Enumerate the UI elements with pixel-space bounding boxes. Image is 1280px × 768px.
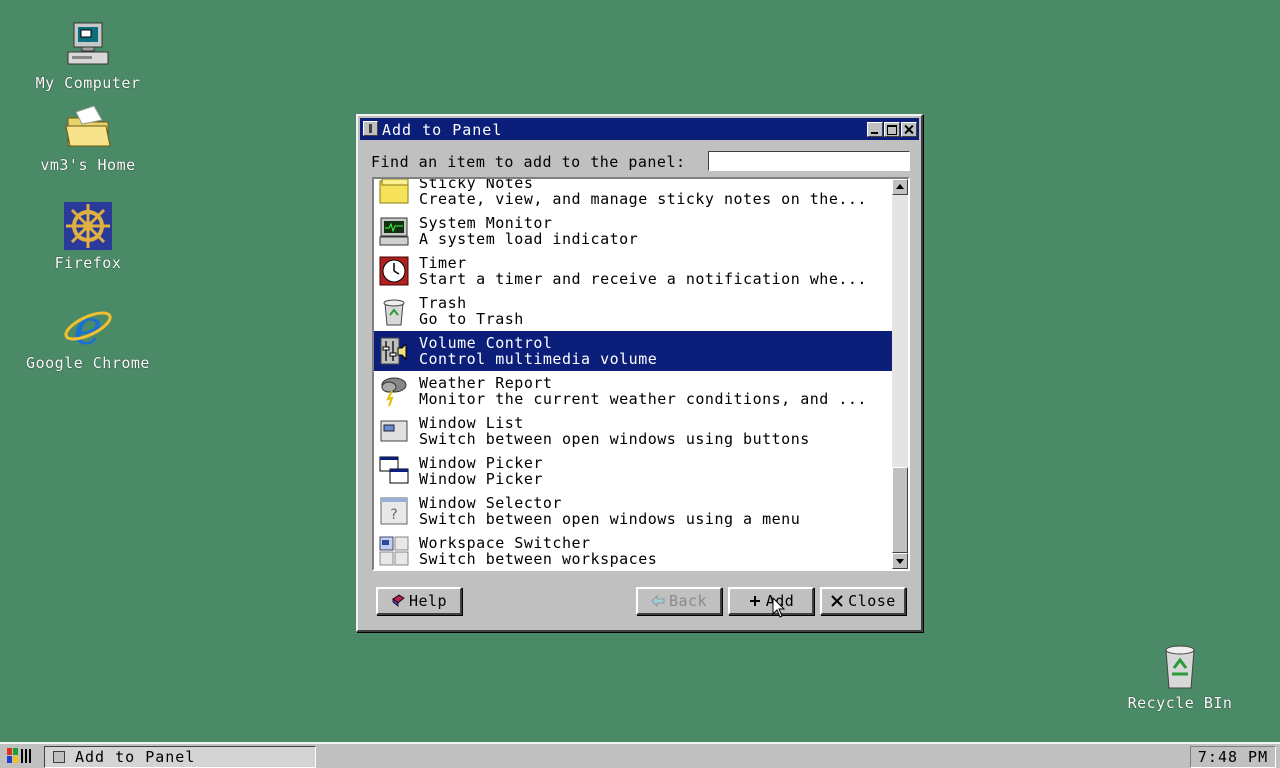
maximize-button[interactable] xyxy=(884,122,900,137)
svg-text:?: ? xyxy=(390,507,397,523)
close-label: Close xyxy=(848,592,896,610)
list-item-description: Create, view, and manage sticky notes on… xyxy=(419,191,867,207)
list-item-description: Go to Trash xyxy=(419,311,524,327)
list-item-description: Switch between open windows using a menu xyxy=(419,511,801,527)
trash-icon xyxy=(383,299,405,326)
svg-text:e: e xyxy=(74,300,102,352)
list-item-name: Timer xyxy=(419,254,467,271)
list-item-system-monitor[interactable]: System Monitor A system load indicator xyxy=(374,211,894,251)
list-item-name: Volume Control xyxy=(419,334,553,351)
list-item-name: Window Selector xyxy=(419,494,562,511)
help-label: Help xyxy=(408,592,448,610)
weather-icon xyxy=(381,377,407,407)
item-list[interactable]: Sticky Notes Create, view, and manage sti… xyxy=(372,177,910,571)
list-item-description: Start a timer and receive a notification… xyxy=(419,271,867,287)
back-arrow-icon xyxy=(651,595,665,607)
list-item-name: Trash xyxy=(419,294,467,311)
timer-icon xyxy=(379,256,409,286)
taskbar-item-add-to-panel[interactable]: Add to Panel xyxy=(44,746,316,768)
folder-icon xyxy=(65,105,111,147)
title-bar[interactable]: Add to Panel xyxy=(360,118,919,140)
sticky-notes-icon xyxy=(379,179,409,204)
workspace-switcher-icon xyxy=(379,536,409,566)
list-item-window-selector[interactable]: ? Window Selector Switch between open wind… xyxy=(374,491,894,531)
list-item-description: Window Picker xyxy=(419,471,543,487)
add-button[interactable]: Add xyxy=(728,587,814,615)
desktop-icon-recycle-bin[interactable]: Recycle BIn xyxy=(1110,640,1250,712)
window-selector-icon: ? xyxy=(380,497,408,525)
list-item-description: Switch between workspaces xyxy=(419,551,658,567)
taskbar-item-label: Add to Panel xyxy=(75,748,196,766)
help-button[interactable]: Help xyxy=(376,587,462,615)
add-to-panel-window: Add to Panel Find an item to add to the … xyxy=(356,114,923,632)
desktop-icon-chrome[interactable]: e Google Chrome xyxy=(18,300,158,372)
volume-control-icon xyxy=(380,337,407,365)
desktop-icon-home[interactable]: vm3's Home xyxy=(18,102,158,174)
list-item-name: Window Picker xyxy=(419,454,543,471)
help-book-icon xyxy=(392,594,405,607)
find-label: Find an item to add to the panel: xyxy=(371,153,686,171)
taskbar: Add to Panel 7:48 PM xyxy=(0,742,1280,768)
back-label: Back xyxy=(668,592,708,610)
chrome-icon: e xyxy=(64,300,112,352)
mouse-cursor-icon xyxy=(772,597,786,618)
list-item-description: A system load indicator xyxy=(419,231,639,247)
minimize-button[interactable] xyxy=(867,122,883,137)
vertical-scrollbar[interactable] xyxy=(892,179,908,569)
desktop-icon-label: Recycle BIn xyxy=(1127,694,1233,712)
system-monitor-icon xyxy=(379,217,409,246)
list-item-window-picker[interactable]: Window Picker Window Picker xyxy=(374,451,894,491)
list-item-description: Monitor the current weather conditions, … xyxy=(419,391,867,407)
list-item-window-list[interactable]: Window List Switch between open windows u… xyxy=(374,411,894,451)
list-item-volume-control[interactable]: Volume Control Control multimedia volume xyxy=(374,331,894,371)
scroll-thumb[interactable] xyxy=(892,467,908,553)
clock[interactable]: 7:48 PM xyxy=(1190,746,1276,768)
close-button[interactable]: Close xyxy=(820,587,906,615)
window-icon xyxy=(53,751,65,763)
list-item-timer[interactable]: Timer Start a timer and receive a notific… xyxy=(374,251,894,291)
start-menu-icon[interactable] xyxy=(6,746,32,766)
list-item-name: Weather Report xyxy=(419,374,553,391)
list-item-name: Workspace Switcher xyxy=(419,534,591,551)
window-picker-icon xyxy=(379,456,409,484)
window-title: Add to Panel xyxy=(382,121,503,139)
list-item-trash[interactable]: Trash Go to Trash xyxy=(374,291,894,331)
plus-icon xyxy=(749,596,760,606)
window-list-icon xyxy=(380,420,408,442)
close-window-button[interactable] xyxy=(901,122,917,137)
recycle-bin-icon xyxy=(1165,645,1195,689)
firefox-icon xyxy=(64,202,112,250)
list-item-sticky-notes[interactable]: Sticky Notes Create, view, and manage sti… xyxy=(374,177,894,211)
desktop-icon-firefox[interactable]: Firefox xyxy=(18,200,158,272)
scroll-down-button[interactable] xyxy=(892,553,908,569)
close-x-icon xyxy=(831,595,843,607)
list-item-description: Control multimedia volume xyxy=(419,351,658,367)
list-item-name: System Monitor xyxy=(419,214,553,231)
desktop-icon-label: My Computer xyxy=(35,74,141,92)
scroll-up-button[interactable] xyxy=(892,179,908,195)
list-item-name: Sticky Notes xyxy=(419,177,534,191)
list-item-description: Switch between open windows using button… xyxy=(419,431,810,447)
back-button[interactable]: Back xyxy=(636,587,722,615)
list-item-workspace-switcher[interactable]: Workspace Switcher Switch between workspa… xyxy=(374,531,894,569)
system-menu-button[interactable] xyxy=(363,121,378,136)
search-input[interactable] xyxy=(708,151,910,171)
list-item-weather-report[interactable]: Weather Report Monitor the current weathe… xyxy=(374,371,894,411)
desktop-icon-label: vm3's Home xyxy=(40,156,136,174)
desktop-icon-my-computer[interactable]: My Computer xyxy=(18,20,158,92)
list-item-name: Window List xyxy=(419,414,524,431)
desktop-icon-label: Firefox xyxy=(54,254,122,272)
desktop-icon-label: Google Chrome xyxy=(26,354,150,372)
computer-icon xyxy=(67,22,109,65)
